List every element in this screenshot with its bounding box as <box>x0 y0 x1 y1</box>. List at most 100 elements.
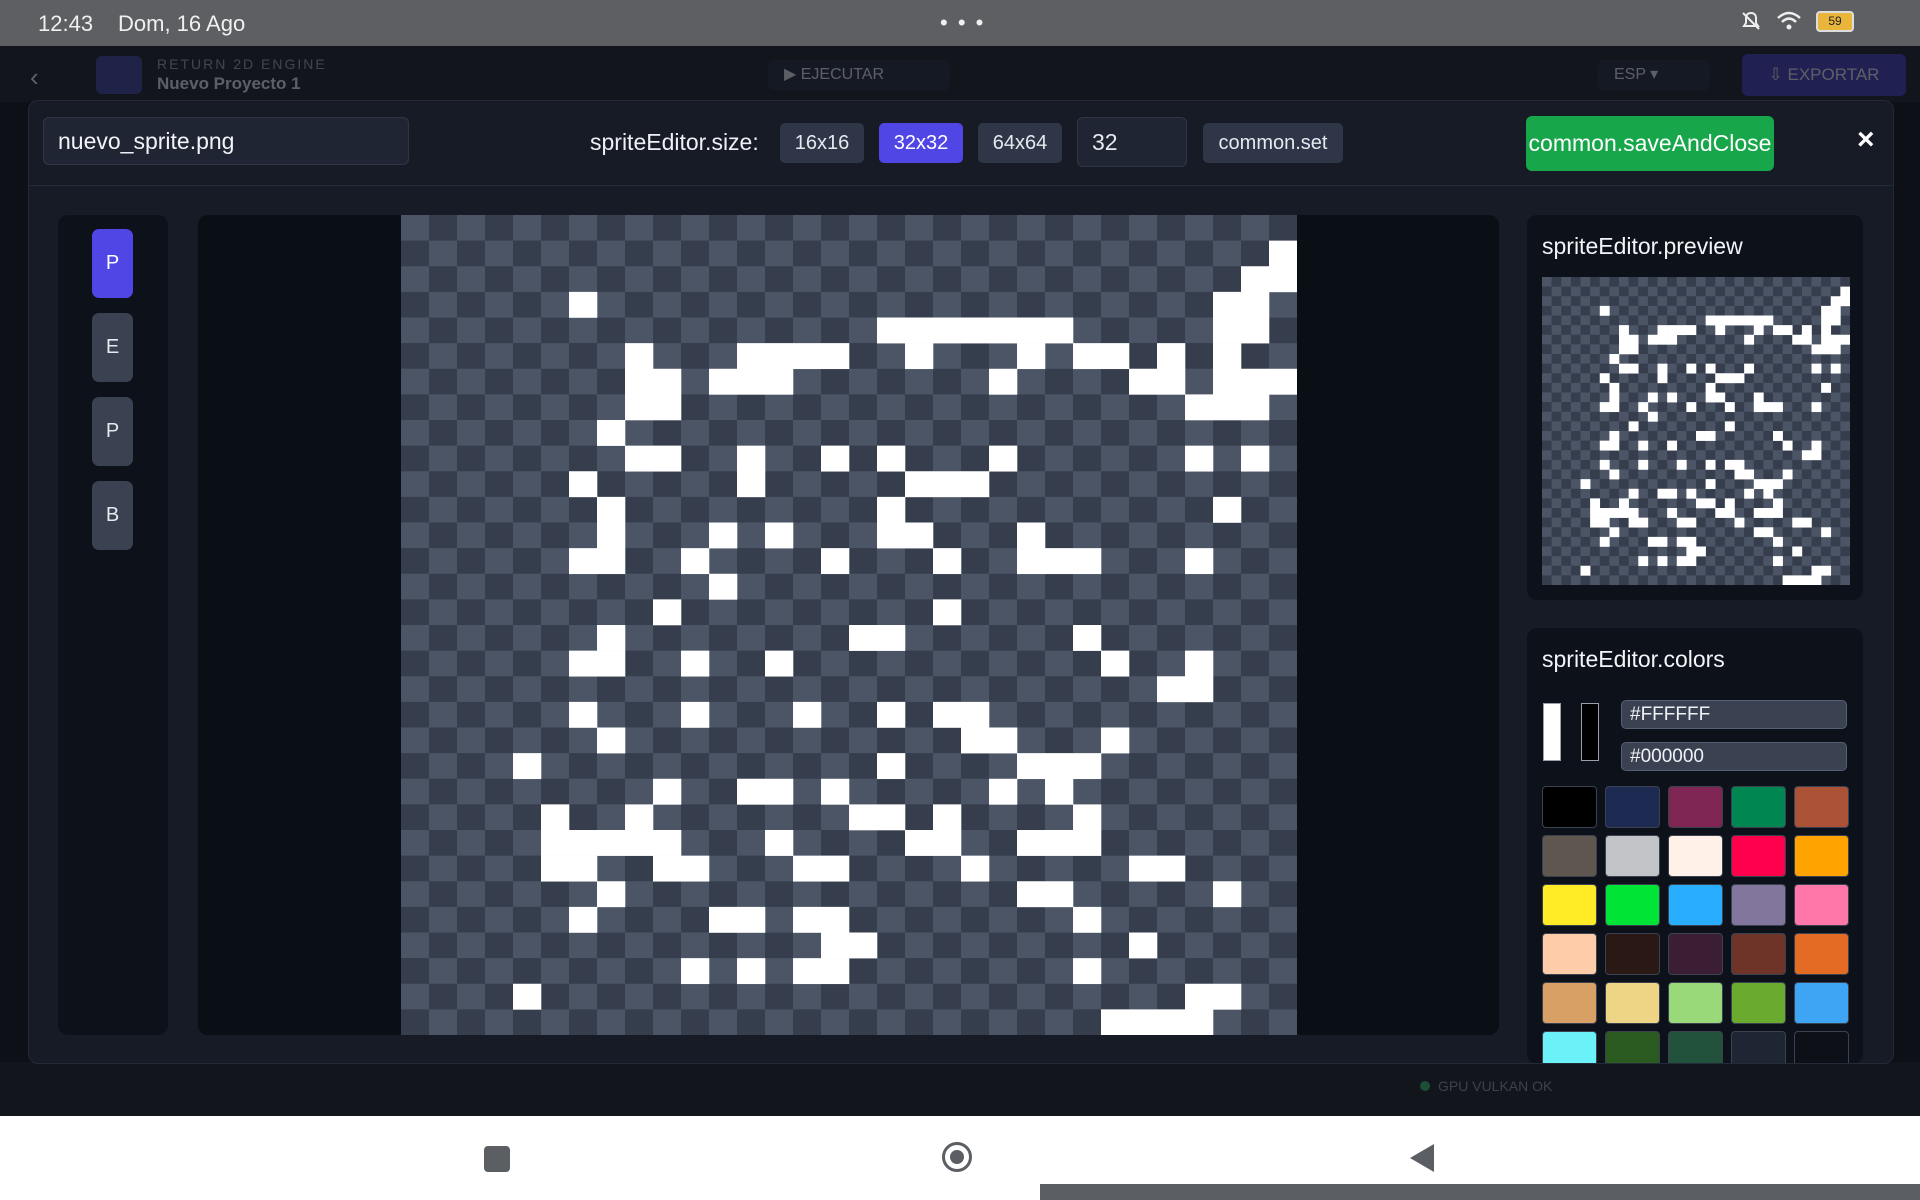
palette-swatch[interactable] <box>1731 982 1786 1024</box>
primary-color-swatch[interactable] <box>1543 703 1561 761</box>
palette-swatch[interactable] <box>1794 1031 1849 1063</box>
drawing-area <box>198 215 1499 1035</box>
palette-swatch[interactable] <box>1668 786 1723 828</box>
sprite-pixel <box>597 522 626 549</box>
sprite-pixel <box>1763 508 1774 518</box>
sprite-pixel <box>1628 488 1639 499</box>
palette-swatch[interactable] <box>1794 933 1849 975</box>
back-icon[interactable] <box>1410 1144 1434 1172</box>
size-16-button[interactable]: 16x16 <box>780 123 864 163</box>
sprite-pixel <box>1045 881 1074 908</box>
system-nav-bar <box>0 1116 1920 1200</box>
palette-swatch[interactable] <box>1605 982 1660 1024</box>
palette-swatch[interactable] <box>1605 1031 1660 1063</box>
palette-swatch[interactable] <box>1794 835 1849 877</box>
custom-size-input[interactable]: 32 <box>1077 117 1187 167</box>
run-button[interactable]: ▶ EJECUTAR <box>768 60 950 90</box>
palette-swatch[interactable] <box>1542 786 1597 828</box>
palette-swatch[interactable] <box>1668 1031 1723 1063</box>
sprite-pixel <box>625 368 654 395</box>
palette-swatch[interactable] <box>1794 982 1849 1024</box>
sprite-pixel <box>933 830 962 856</box>
palette-swatch[interactable] <box>1668 933 1723 975</box>
palette-swatch[interactable] <box>1542 1031 1597 1063</box>
palette-swatch[interactable] <box>1605 933 1660 975</box>
sprite-pixel <box>709 906 738 933</box>
secondary-hex-input[interactable]: #000000 <box>1621 742 1847 771</box>
export-button[interactable]: ⇩ EXPORTAR <box>1742 54 1906 96</box>
palette-swatch[interactable] <box>1794 884 1849 926</box>
sprite-pixel <box>1744 488 1755 499</box>
sprite-pixel <box>1619 344 1629 355</box>
sprite-pixel <box>1101 343 1130 370</box>
home-icon[interactable] <box>942 1142 972 1172</box>
sprite-pixel <box>821 343 850 370</box>
language-select[interactable]: ESP ▾ <box>1598 60 1710 90</box>
recents-icon[interactable] <box>484 1146 510 1172</box>
sprite-pixel <box>1073 906 1102 933</box>
back-arrow-icon[interactable]: ‹ <box>30 62 39 93</box>
sprite-pixel <box>737 343 766 370</box>
language-label: ESP <box>1614 66 1646 83</box>
close-icon[interactable]: × <box>1857 123 1875 157</box>
sprite-pixel <box>1045 753 1074 780</box>
sprite-pixel <box>793 701 822 728</box>
palette-swatch[interactable] <box>1542 884 1597 926</box>
sprite-pixel <box>933 701 962 728</box>
palette-swatch[interactable] <box>1794 786 1849 828</box>
sprite-pixel <box>1073 343 1102 370</box>
palette-swatch[interactable] <box>1731 933 1786 975</box>
preview-canvas <box>1542 277 1850 585</box>
app-header: ‹ RETURN 2D ENGINE Nuevo Proyecto 1 ▶ EJ… <box>0 46 1920 102</box>
palette-swatch[interactable] <box>1731 786 1786 828</box>
palette-swatch[interactable] <box>1605 786 1660 828</box>
palette-swatch[interactable] <box>1542 933 1597 975</box>
primary-hex-input[interactable]: #FFFFFF <box>1621 700 1847 729</box>
sprite-pixel <box>877 317 906 344</box>
tool-pencil[interactable]: P <box>92 229 133 298</box>
sprite-pixel <box>1744 315 1755 326</box>
sprite-pixel <box>1667 488 1678 499</box>
sprite-pixel <box>989 368 1018 395</box>
set-size-button[interactable]: common.set <box>1203 123 1343 163</box>
pixel-canvas[interactable] <box>401 215 1297 1035</box>
more-dots-icon[interactable]: • • • <box>940 10 985 36</box>
sprite-pixel <box>1185 676 1214 703</box>
sprite-pixel <box>933 548 962 575</box>
palette-swatch[interactable] <box>1542 982 1597 1024</box>
palette-swatch[interactable] <box>1668 835 1723 877</box>
palette-swatch[interactable] <box>1668 884 1723 926</box>
tool-bucket[interactable]: B <box>92 481 133 550</box>
palette-swatch[interactable] <box>1731 1031 1786 1063</box>
palette-swatch[interactable] <box>1605 835 1660 877</box>
save-and-close-button[interactable]: common.saveAndClose <box>1526 116 1774 171</box>
sprite-pixel <box>1705 431 1716 441</box>
size-64-button[interactable]: 64x64 <box>978 123 1062 163</box>
palette-swatch[interactable] <box>1668 982 1723 1024</box>
palette-swatch[interactable] <box>1605 884 1660 926</box>
sprite-pixel <box>1811 565 1822 576</box>
size-32-button[interactable]: 32x32 <box>879 123 963 163</box>
sprite-pixel <box>1705 479 1716 490</box>
sprite-pixel <box>821 548 850 575</box>
sprite-pixel <box>1157 1009 1186 1035</box>
sprite-pixel <box>681 958 710 985</box>
sprite-pixel <box>1657 373 1668 384</box>
sprite-pixel <box>793 958 822 985</box>
sprite-pixel <box>1073 830 1102 856</box>
sprite-pixel <box>1269 266 1297 293</box>
sprite-pixel <box>961 471 990 498</box>
sprite-pixel <box>1763 479 1774 490</box>
sprite-pixel <box>1628 344 1639 355</box>
engine-brand: RETURN 2D ENGINE <box>157 56 327 72</box>
palette-swatch[interactable] <box>1542 835 1597 877</box>
wifi-icon <box>1777 11 1801 30</box>
secondary-color-swatch[interactable] <box>1581 703 1599 761</box>
tool-eraser[interactable]: E <box>92 313 133 382</box>
sprite-pixel <box>1773 431 1783 441</box>
palette-swatch[interactable] <box>1731 884 1786 926</box>
sprite-pixel <box>709 368 738 395</box>
tool-picker[interactable]: P <box>92 397 133 466</box>
palette-swatch[interactable] <box>1731 835 1786 877</box>
filename-input[interactable]: nuevo_sprite.png <box>43 117 409 165</box>
